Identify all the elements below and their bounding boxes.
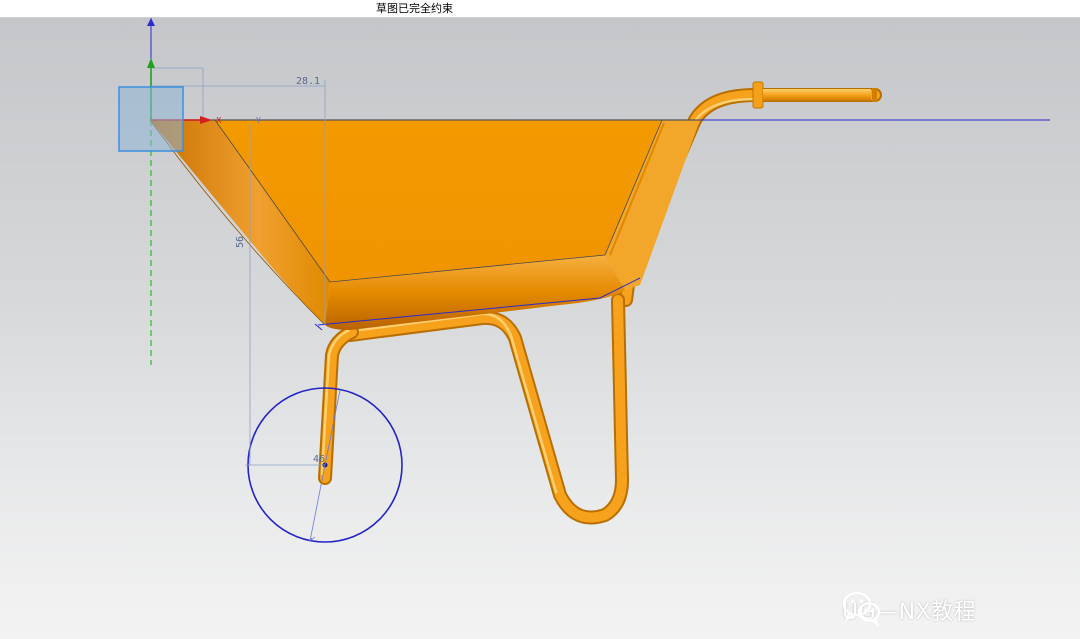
dimension-angle[interactable]: 46 — [313, 454, 325, 465]
x-axis-label: X — [216, 116, 222, 125]
y-axis-arrow-icon — [147, 58, 155, 68]
rear-leg-tube[interactable] — [343, 293, 629, 525]
dimension-horizontal[interactable]: 28.1 — [296, 76, 320, 87]
handle-grip-collar — [752, 81, 764, 109]
status-bar: 草图已完全约束 — [0, 0, 1080, 18]
graphics-viewport[interactable]: 28.1 56 46 X Y UG—NX教程 — [0, 18, 1080, 639]
wechat-icon — [842, 591, 881, 626]
y-axis-label: Y — [255, 116, 261, 125]
status-message: 草图已完全约束 — [376, 2, 453, 15]
model-canvas[interactable]: 28.1 56 46 X Y — [0, 18, 1080, 639]
handle-end-cap — [872, 88, 877, 102]
z-axis-arrow-icon — [147, 18, 155, 26]
watermark: UG—NX教程 — [842, 590, 976, 630]
origin-selection-box[interactable] — [118, 86, 184, 152]
dimension-vertical[interactable]: 56 — [235, 236, 246, 248]
handle-grip — [763, 89, 871, 101]
